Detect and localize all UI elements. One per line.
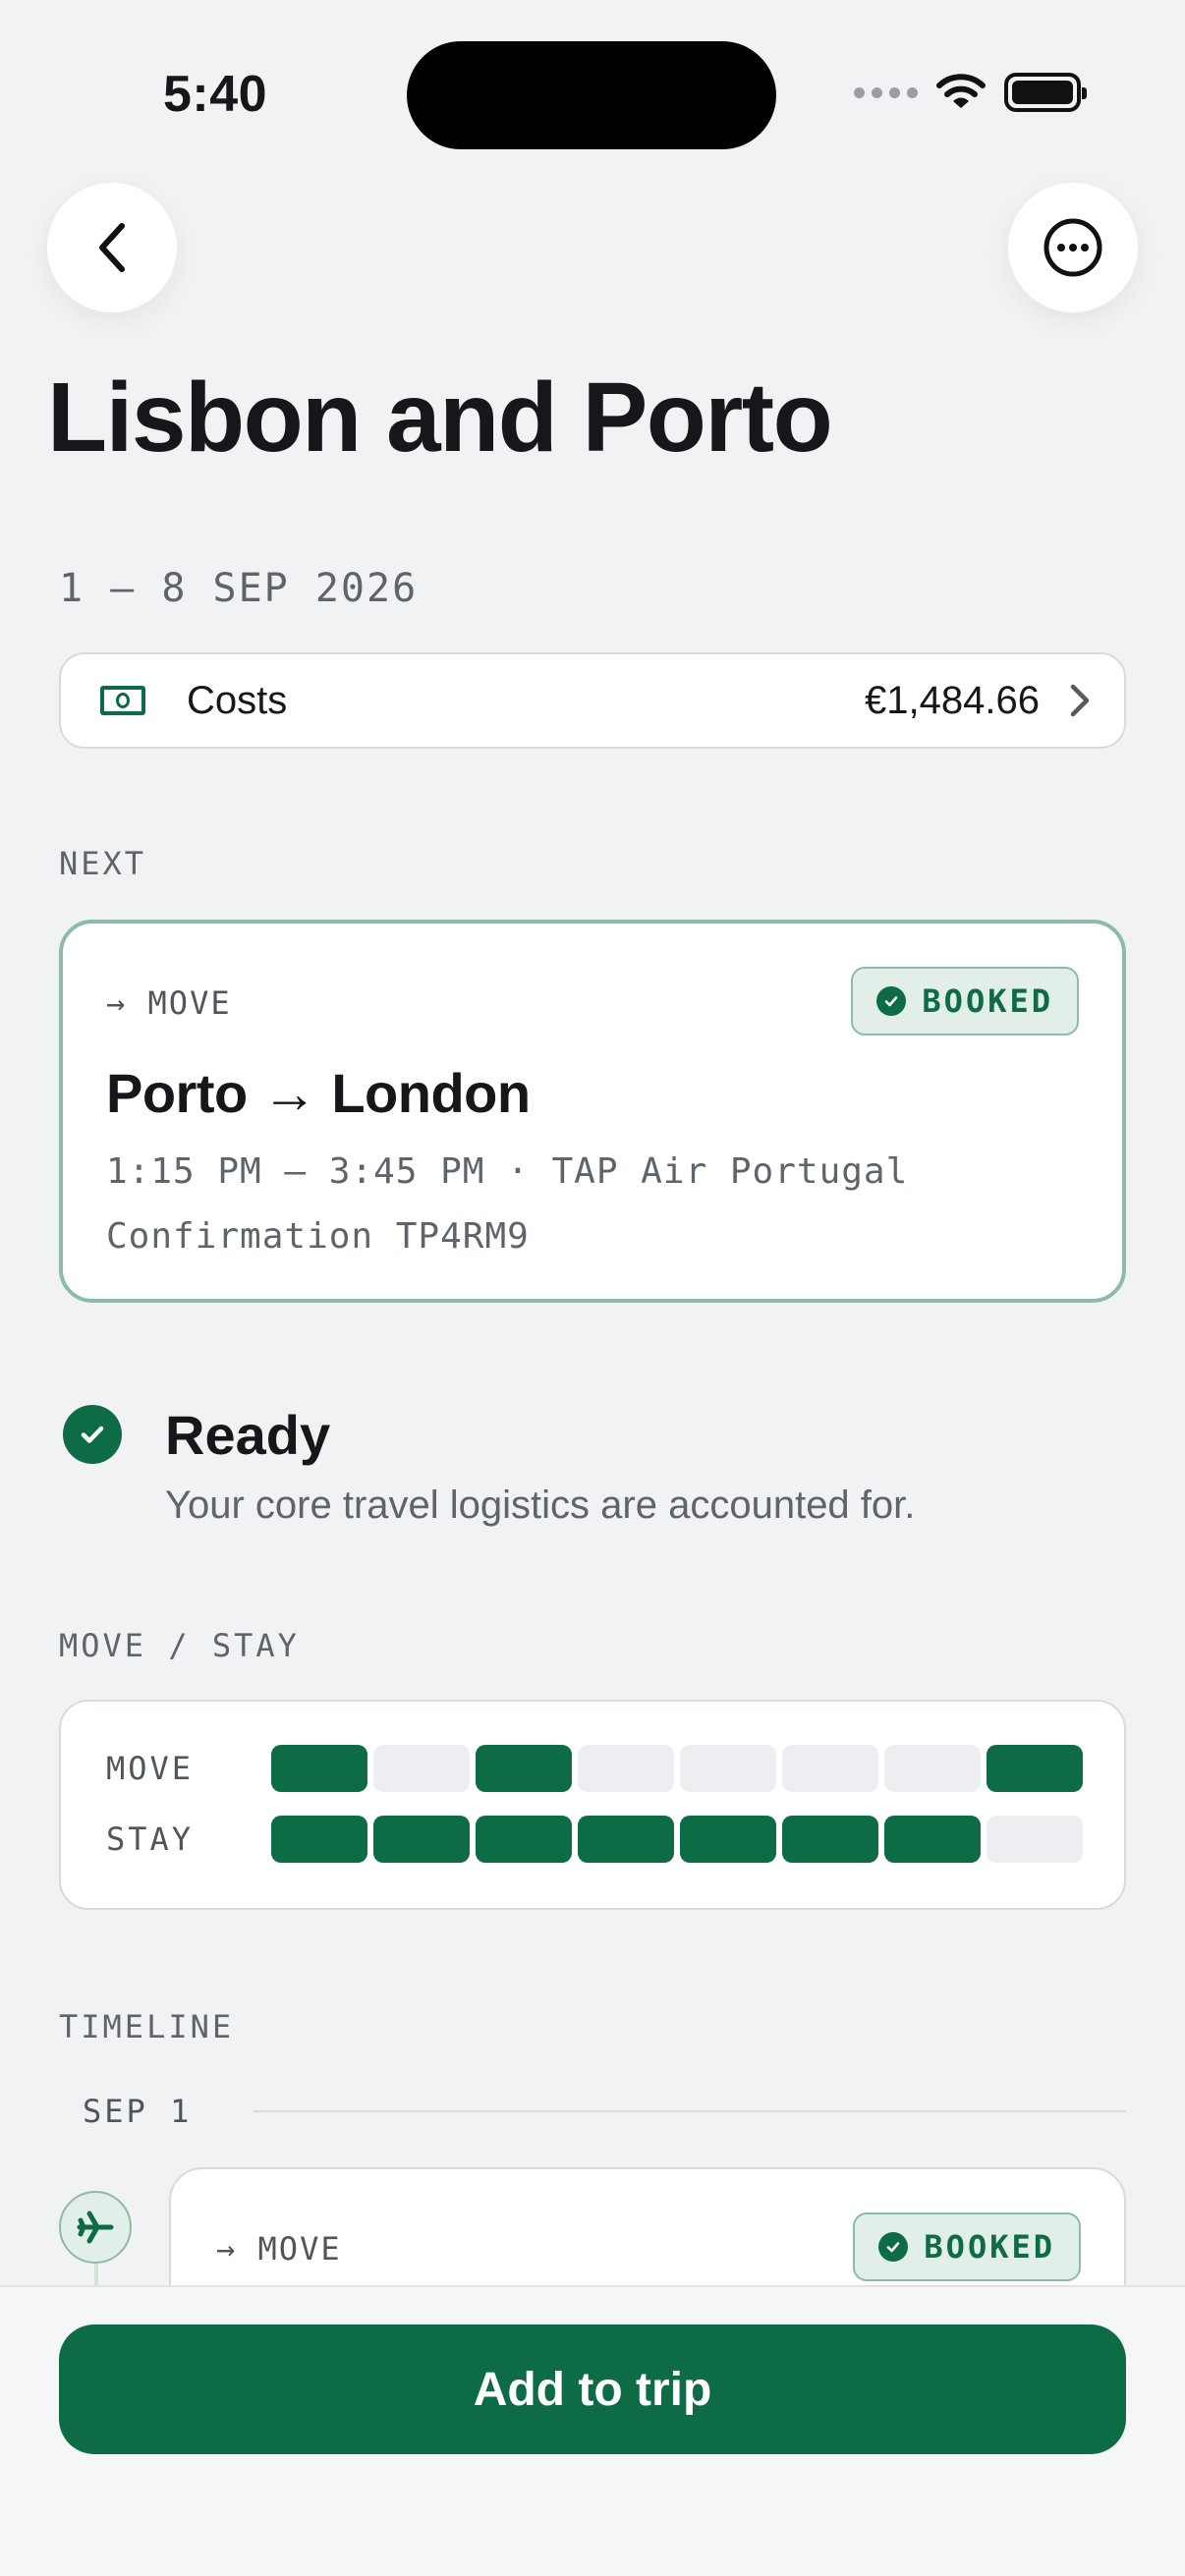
next-section-label: NEXT bbox=[59, 845, 147, 882]
day-cell bbox=[782, 1816, 878, 1863]
move-stay-grid: MOVE STAY bbox=[59, 1700, 1126, 1910]
move-day-cells bbox=[271, 1745, 1083, 1792]
chevron-left-icon bbox=[99, 223, 125, 272]
check-icon bbox=[878, 2232, 909, 2262]
banknote-icon bbox=[100, 686, 145, 715]
bottom-action-bar: Add to trip bbox=[0, 2285, 1185, 2576]
readiness-subtitle: Your core travel logistics are accounted… bbox=[165, 1484, 916, 1527]
day-cell bbox=[373, 1745, 470, 1792]
stay-day-cells bbox=[271, 1816, 1083, 1863]
costs-row[interactable]: Costs €1,484.66 bbox=[59, 652, 1126, 749]
timeline-item-kicker: → MOVE bbox=[216, 2230, 342, 2268]
cellular-signal-icon bbox=[854, 86, 918, 98]
costs-total: €1,484.66 bbox=[865, 678, 1040, 722]
move-stay-section-label: MOVE / STAY bbox=[59, 1627, 300, 1664]
day-cell bbox=[271, 1745, 367, 1792]
day-cell bbox=[884, 1745, 981, 1792]
day-cell bbox=[476, 1816, 572, 1863]
flight-times: 1:15 PM — 3:45 PM · TAP Air Portugal bbox=[106, 1151, 909, 1192]
badge-label: BOOKED bbox=[924, 2228, 1055, 2266]
day-cell bbox=[578, 1816, 674, 1863]
next-move-card[interactable]: → MOVE BOOKED Porto → London 1:15 PM — 3… bbox=[59, 920, 1126, 1303]
confirmation-code: Confirmation TP4RM9 bbox=[106, 1216, 530, 1257]
day-cell bbox=[782, 1745, 878, 1792]
day-cell bbox=[271, 1816, 367, 1863]
trip-detail-screen: 5:40 Lisbon and Porto 1 — 8 SEP 2026 Cos… bbox=[0, 0, 1185, 2576]
timeline-day-label: SEP 1 bbox=[83, 2093, 193, 2130]
day-cell bbox=[987, 1816, 1083, 1863]
day-cell bbox=[476, 1745, 572, 1792]
day-cell bbox=[373, 1816, 470, 1863]
booked-badge: BOOKED bbox=[851, 967, 1079, 1036]
chevron-right-icon bbox=[1070, 684, 1090, 717]
day-cell bbox=[987, 1745, 1083, 1792]
day-cell bbox=[578, 1745, 674, 1792]
day-cell bbox=[884, 1816, 981, 1863]
more-options-button[interactable] bbox=[1008, 183, 1138, 312]
move-row: MOVE bbox=[106, 1745, 1083, 1792]
status-indicators bbox=[854, 73, 1087, 112]
status-time: 5:40 bbox=[163, 66, 268, 123]
check-icon bbox=[876, 986, 907, 1016]
dynamic-island bbox=[407, 41, 776, 149]
battery-icon bbox=[1004, 73, 1087, 112]
ready-check-icon bbox=[63, 1405, 122, 1464]
add-to-trip-button[interactable]: Add to trip bbox=[59, 2324, 1126, 2454]
route-title: Porto → London bbox=[106, 1062, 531, 1124]
timeline-booked-badge: BOOKED bbox=[853, 2212, 1081, 2281]
timeline-section-label: TIMELINE bbox=[59, 2008, 235, 2045]
move-row-label: MOVE bbox=[106, 1750, 195, 1787]
back-button[interactable] bbox=[47, 183, 177, 312]
airplane-icon bbox=[59, 2191, 132, 2264]
readiness-title: Ready bbox=[165, 1404, 331, 1466]
ellipsis-circle-icon bbox=[1044, 218, 1102, 277]
wifi-icon bbox=[936, 74, 986, 108]
page-title: Lisbon and Porto bbox=[47, 363, 833, 473]
badge-label: BOOKED bbox=[922, 982, 1053, 1020]
day-divider bbox=[254, 2110, 1126, 2112]
stay-row-label: STAY bbox=[106, 1820, 195, 1858]
stay-row: STAY bbox=[106, 1816, 1083, 1863]
trip-date-range: 1 — 8 SEP 2026 bbox=[59, 566, 419, 611]
costs-label: Costs bbox=[187, 678, 288, 722]
day-cell bbox=[680, 1816, 776, 1863]
day-cell bbox=[680, 1745, 776, 1792]
move-kicker: → MOVE bbox=[106, 984, 232, 1022]
